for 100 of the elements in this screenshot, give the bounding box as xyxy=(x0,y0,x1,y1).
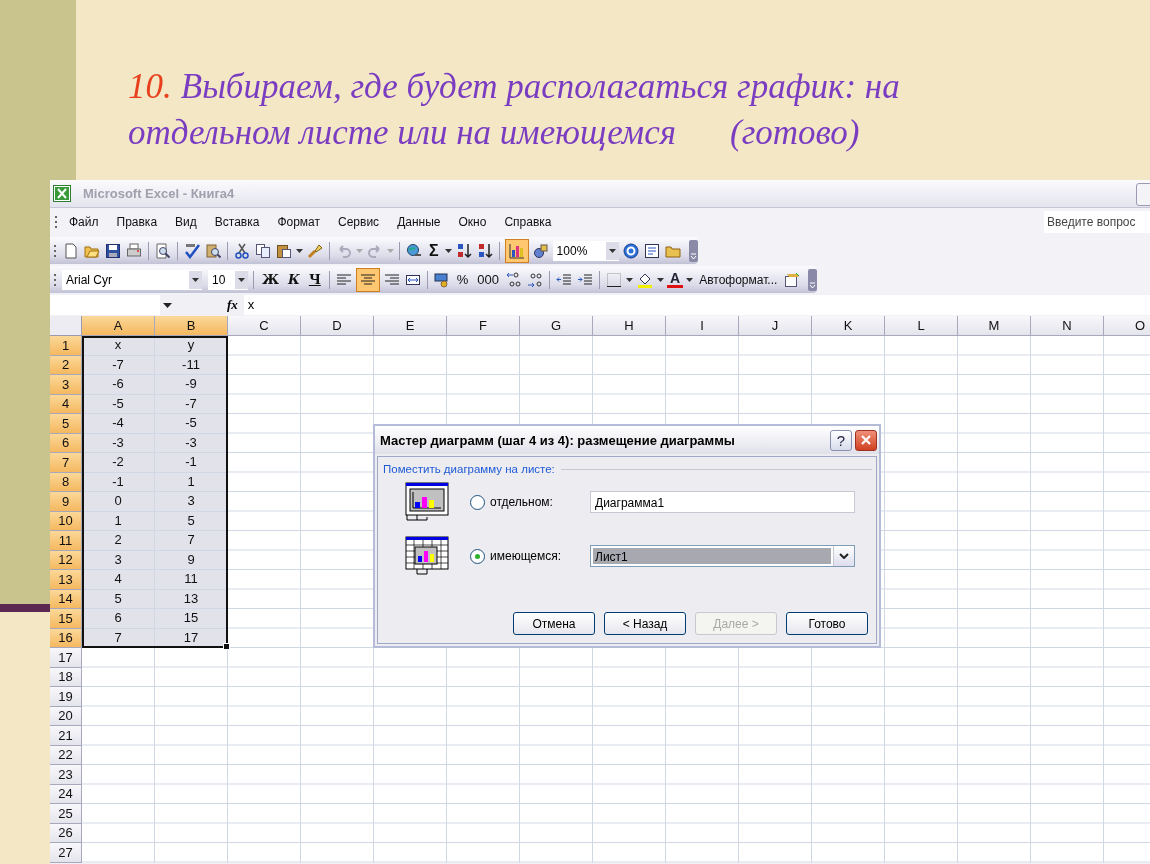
sort-ascending-icon[interactable] xyxy=(455,242,472,259)
row-header[interactable]: 22 xyxy=(50,745,82,765)
menu-item[interactable]: Формат xyxy=(268,215,330,229)
column-header[interactable]: O xyxy=(1104,316,1150,336)
menu-item[interactable]: Правка xyxy=(107,215,167,229)
table-format-icon[interactable] xyxy=(784,271,801,288)
row-header[interactable]: 11 xyxy=(50,531,82,551)
dialog-button[interactable]: Отмена xyxy=(513,612,595,635)
row-header[interactable]: 3 xyxy=(50,375,82,395)
menu-item[interactable]: Вид xyxy=(166,215,206,229)
caret-icon[interactable] xyxy=(608,248,616,253)
sort-descending-icon[interactable] xyxy=(476,242,493,259)
row-header[interactable]: 25 xyxy=(50,804,82,824)
toolbar-grip-icon[interactable] xyxy=(53,272,57,287)
fill-bucket-icon[interactable] xyxy=(637,271,654,288)
insert-function-button[interactable]: fx xyxy=(227,297,238,313)
row-header[interactable]: 1 xyxy=(50,336,82,356)
row-header[interactable]: 17 xyxy=(50,648,82,668)
row-header[interactable]: 9 xyxy=(50,492,82,512)
row-header[interactable]: 16 xyxy=(50,628,82,648)
caret-icon[interactable] xyxy=(626,277,634,282)
increase-indent-icon[interactable] xyxy=(577,271,594,288)
radio-button[interactable] xyxy=(470,548,485,564)
menu-item[interactable]: Справка xyxy=(495,215,561,229)
column-header[interactable]: H xyxy=(593,316,666,336)
column-header[interactable]: K xyxy=(812,316,885,336)
shapes-icon[interactable] xyxy=(532,242,549,259)
toolbar-grip-icon[interactable] xyxy=(53,243,57,258)
copy-icon[interactable] xyxy=(255,242,271,259)
row-header[interactable]: 23 xyxy=(50,765,82,785)
help-question-field[interactable]: Введите вопрос xyxy=(1044,211,1150,233)
radio-label[interactable]: отдельном: xyxy=(490,495,590,509)
column-header[interactable]: N xyxy=(1031,316,1104,336)
toolbar-options-icon[interactable] xyxy=(688,239,698,262)
font-name-dropdown[interactable]: Arial Cyr xyxy=(62,269,202,290)
toolbar-grip-icon[interactable] xyxy=(54,215,58,229)
row-header[interactable]: 14 xyxy=(50,589,82,609)
form-icon[interactable] xyxy=(643,242,660,259)
row-header[interactable]: 15 xyxy=(50,609,82,629)
column-header[interactable]: D xyxy=(301,316,374,336)
caret-icon[interactable] xyxy=(238,277,245,282)
row-header[interactable]: 21 xyxy=(50,726,82,746)
caret-icon[interactable] xyxy=(657,277,665,282)
menu-item[interactable]: Окно xyxy=(449,215,496,229)
menu-item[interactable]: Данные xyxy=(388,215,450,229)
column-header[interactable]: G xyxy=(520,316,593,336)
dialog-button[interactable]: Готово xyxy=(786,612,868,635)
align-left-icon[interactable] xyxy=(335,271,352,288)
row-header[interactable]: 12 xyxy=(50,550,82,570)
formula-field[interactable]: x xyxy=(243,295,1150,315)
clipboard-icon[interactable] xyxy=(276,242,292,259)
autosum-button[interactable]: Σ xyxy=(426,241,442,260)
font-color-button[interactable]: A xyxy=(667,271,684,288)
close-icon[interactable] xyxy=(860,434,872,446)
column-header[interactable]: L xyxy=(885,316,958,336)
help-button[interactable]: ? xyxy=(830,429,852,451)
sheet-dropdown[interactable]: Лист1 xyxy=(590,545,855,567)
row-header[interactable]: 18 xyxy=(50,667,82,687)
borders-icon[interactable] xyxy=(606,271,623,288)
row-header[interactable]: 4 xyxy=(50,394,82,414)
spellcheck-icon[interactable] xyxy=(184,242,200,259)
scissors-icon[interactable] xyxy=(234,242,250,259)
increase-decimal-icon[interactable] xyxy=(506,271,523,288)
decrease-decimal-icon[interactable] xyxy=(527,271,544,288)
help-icon[interactable] xyxy=(622,242,639,259)
row-header[interactable]: 24 xyxy=(50,784,82,804)
column-header[interactable]: A xyxy=(82,316,155,336)
row-header[interactable]: 20 xyxy=(50,706,82,726)
currency-icon[interactable] xyxy=(433,271,450,288)
row-header[interactable]: 26 xyxy=(50,823,82,843)
zoom-dropdown[interactable]: 100% xyxy=(552,240,619,261)
paintbrush-icon[interactable] xyxy=(307,242,323,259)
radio-label[interactable]: имеющемся: xyxy=(490,549,590,563)
thousands-separator-button[interactable]: 000 xyxy=(474,272,503,287)
row-header[interactable]: 13 xyxy=(50,570,82,590)
bold-button[interactable]: Ж xyxy=(259,272,283,287)
column-header[interactable]: F xyxy=(447,316,520,336)
italic-button[interactable]: К xyxy=(285,272,303,287)
menu-item[interactable]: Вставка xyxy=(205,215,269,229)
row-header[interactable]: 6 xyxy=(50,433,82,453)
caret-icon[interactable] xyxy=(163,302,172,308)
printer-icon[interactable] xyxy=(126,242,142,259)
column-header[interactable]: E xyxy=(374,316,447,336)
menu-item[interactable]: Сервис xyxy=(329,215,389,229)
menu-item[interactable]: Файл xyxy=(60,215,108,229)
row-header[interactable]: 8 xyxy=(50,472,82,492)
font-size-dropdown[interactable]: 10 xyxy=(208,269,248,290)
new-document-icon[interactable] xyxy=(63,242,79,259)
book-magnifier-icon[interactable] xyxy=(205,242,221,259)
row-header[interactable]: 2 xyxy=(50,355,82,375)
caret-icon[interactable] xyxy=(296,248,303,253)
radio-button[interactable] xyxy=(470,494,485,510)
chart-name-field[interactable]: Диаграмма1 xyxy=(590,491,855,513)
column-header[interactable]: M xyxy=(958,316,1031,336)
caret-icon[interactable] xyxy=(192,277,199,282)
column-header[interactable]: J xyxy=(739,316,812,336)
chevron-down-icon[interactable] xyxy=(839,553,849,559)
close-button[interactable] xyxy=(855,429,877,451)
row-header[interactable]: 27 xyxy=(50,843,82,863)
globe-link-icon[interactable] xyxy=(406,242,422,259)
